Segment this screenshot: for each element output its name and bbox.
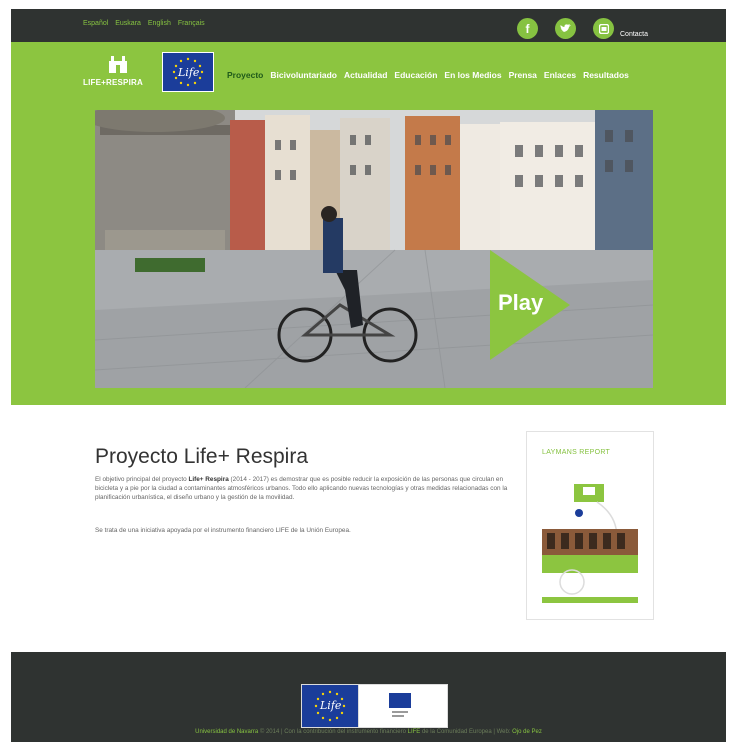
intro-text-pre: El objetivo principal del proyecto xyxy=(95,476,189,483)
hero-video[interactable]: Play xyxy=(95,110,653,388)
contact-link[interactable]: Contacta xyxy=(620,31,648,38)
laymans-report-card[interactable]: LAYMANS REPORT xyxy=(526,431,654,620)
nav-en-los-medios[interactable]: En los Medios xyxy=(444,70,501,80)
intro-text-bold: Life+ Respira xyxy=(188,476,229,483)
eu-life-logo: Life xyxy=(162,52,214,92)
footer-web-label: Web: xyxy=(496,729,511,735)
footer-contribution-text: Con la contribución del instrumento fina… xyxy=(284,729,406,735)
main-content: Proyecto Life+ Respira El objetivo princ… xyxy=(11,405,726,652)
nav-bicivoluntariado[interactable]: Bicivoluntariado xyxy=(270,70,337,80)
nav-resultados[interactable]: Resultados xyxy=(583,70,629,80)
report-cover xyxy=(542,484,638,603)
building-icon xyxy=(109,56,127,73)
nav-educacion[interactable]: Educación xyxy=(394,70,437,80)
nav-actualidad[interactable]: Actualidad xyxy=(344,70,387,80)
eu-logo-text: Life xyxy=(178,66,200,79)
lang-euskara[interactable]: Euskara xyxy=(115,20,141,27)
footer-org-link[interactable]: Universidad de Navarra xyxy=(195,729,258,735)
nav-proyecto[interactable]: Proyecto xyxy=(227,70,263,80)
intro-paragraph: El objetivo principal del proyecto Life+… xyxy=(95,475,515,502)
footer-eu-logo-text: Life xyxy=(320,699,342,712)
footer-ec-logo xyxy=(358,684,448,728)
youtube-icon[interactable] xyxy=(593,18,614,39)
facebook-icon[interactable]: f xyxy=(517,18,538,39)
nav-prensa[interactable]: Prensa xyxy=(509,70,537,80)
page: Español Euskara English Français f Conta… xyxy=(11,9,726,742)
lang-espanol[interactable]: Español xyxy=(83,20,108,27)
life-respira-logo[interactable]: LIFE+RESPIRA xyxy=(81,55,155,89)
nav-enlaces[interactable]: Enlaces xyxy=(544,70,576,80)
lang-francais[interactable]: Français xyxy=(178,20,205,27)
footer: Life Universidad de Navarra © 2014 | Con… xyxy=(11,652,726,742)
footer-tail-text: de la Comunidad Europea xyxy=(421,729,492,735)
header: LIFE+RESPIRA Life Proyecto Bicivoluntari… xyxy=(11,42,726,405)
twitter-icon[interactable] xyxy=(555,18,576,39)
footer-copyright: © 2014 xyxy=(259,729,280,735)
main-nav: Proyecto Bicivoluntariado Actualidad Edu… xyxy=(227,70,629,80)
lang-english[interactable]: English xyxy=(148,20,171,27)
page-title: Proyecto Life+ Respira xyxy=(95,445,309,468)
hero-image xyxy=(95,110,653,388)
footer-author-link[interactable]: Ojo de Pez xyxy=(512,729,542,735)
support-paragraph: Se trata de una iniciativa apoyada por e… xyxy=(95,527,351,534)
language-switcher: Español Euskara English Français xyxy=(83,20,210,27)
footer-eu-life-logo: Life xyxy=(301,684,359,728)
footer-credits: Universidad de Navarra © 2014 | Con la c… xyxy=(11,729,726,735)
logo-text: LIFE+RESPIRA xyxy=(83,78,143,87)
play-button[interactable]: Play xyxy=(498,290,543,316)
footer-life-link[interactable]: LIFE xyxy=(408,729,421,735)
top-bar: Español Euskara English Français f Conta… xyxy=(11,9,726,42)
